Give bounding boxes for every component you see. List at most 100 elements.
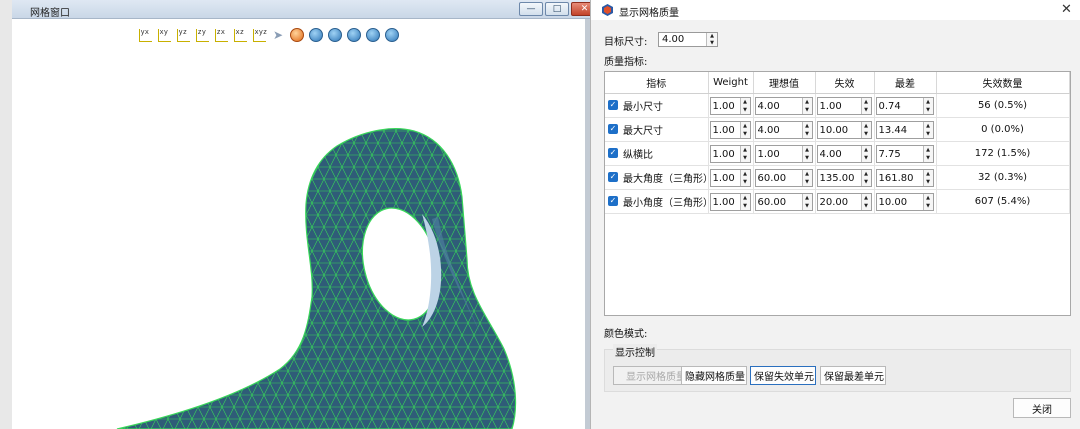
rotate-icon[interactable] [289,27,305,43]
spin-buttons[interactable]: ▲ ▼ [860,193,871,210]
fit-view-icon[interactable] [308,27,324,43]
fail-cell[interactable]: 4.00 ▲ ▼ [815,141,875,166]
zoom-in-icon[interactable] [365,27,381,43]
zoom-box-icon[interactable] [346,27,362,43]
spin-up-icon[interactable]: ▲ [741,170,750,178]
spin-buttons[interactable]: ▲ ▼ [922,121,933,138]
column-header[interactable]: 失效数量 [936,72,1070,94]
weight-cell[interactable]: 1.00 ▲ ▼ [708,117,754,142]
pan-icon[interactable] [327,27,343,43]
spin-down-icon[interactable]: ▼ [707,40,717,47]
spin-buttons[interactable]: ▲ ▼ [801,145,812,162]
target-size-spinbox[interactable]: ▲ ▼ [658,32,718,47]
worst-spinbox[interactable]: 0.74 ▲ ▼ [875,96,934,115]
metric-cell[interactable]: ✓ 纵横比 [605,141,709,166]
weight-spinbox-value[interactable]: 1.00 [713,197,735,208]
spin-up-icon[interactable]: ▲ [741,194,750,202]
spin-down-icon[interactable]: ▼ [741,106,750,114]
spin-down-icon[interactable]: ▼ [924,202,933,210]
view-yx-icon[interactable]: yx [137,27,153,43]
spin-up-icon[interactable]: ▲ [803,170,812,178]
worst-cell[interactable]: 161.80 ▲ ▼ [874,165,937,190]
ideal-spinbox-value[interactable]: 4.00 [758,101,780,112]
spin-up-icon[interactable]: ▲ [741,98,750,106]
ideal-spinbox[interactable]: 60.00 ▲ ▼ [754,168,813,187]
close-button[interactable]: 关闭 [1013,398,1071,418]
fail-cell[interactable]: 135.00 ▲ ▼ [815,165,875,190]
fail-cell[interactable]: 20.00 ▲ ▼ [815,189,875,214]
fail-spinbox-value[interactable]: 10.00 [820,125,849,136]
mesh-window-titlebar[interactable]: 网格窗口 — □ ✕ [12,0,598,19]
weight-cell[interactable]: 1.00 ▲ ▼ [708,189,754,214]
dialog-titlebar[interactable]: 显示网格质量 ✕ [591,0,1080,20]
spin-buttons[interactable]: ▲ ▼ [739,121,750,138]
spin-buttons[interactable]: ▲ ▼ [739,193,750,210]
fail-spinbox[interactable]: 1.00 ▲ ▼ [816,96,872,115]
maximize-button[interactable]: □ [545,2,569,16]
ideal-spinbox[interactable]: 60.00 ▲ ▼ [754,192,813,211]
weight-spinbox[interactable]: 1.00 ▲ ▼ [709,144,751,163]
close-icon[interactable]: ✕ [1061,2,1072,17]
view-xy-icon[interactable]: xy [156,27,172,43]
spin-buttons[interactable]: ▲ ▼ [739,169,750,186]
spin-up-icon[interactable]: ▲ [741,146,750,154]
weight-spinbox[interactable]: 1.00 ▲ ▼ [709,192,751,211]
ideal-spinbox-value[interactable]: 1.00 [758,149,780,160]
worst-spinbox[interactable]: 13.44 ▲ ▼ [875,120,934,139]
fail-spinbox[interactable]: 4.00 ▲ ▼ [816,144,872,163]
spin-buttons[interactable]: ▲ ▼ [739,145,750,162]
spin-down-icon[interactable]: ▼ [862,154,871,162]
spin-down-icon[interactable]: ▼ [803,154,812,162]
weight-spinbox[interactable]: 1.00 ▲ ▼ [709,120,751,139]
table-row[interactable]: ✓ 纵横比 1.00 ▲ ▼ 1.00 ▲ ▼ 4.00 ▲ ▼ 7.75 ▲ ▼ 172 (1.5%) [605,141,1070,166]
spin-down-icon[interactable]: ▼ [803,130,812,138]
metric-cell[interactable]: ✓ 最大角度（三角形） [605,165,713,190]
worst-spinbox-value[interactable]: 7.75 [879,149,901,160]
spin-up-icon[interactable]: ▲ [862,194,871,202]
table-row[interactable]: ✓ 最大尺寸 1.00 ▲ ▼ 4.00 ▲ ▼ 10.00 ▲ ▼ 13.44 ▲ ▼ 0 (0.0%) [605,117,1070,142]
view-iso-icon[interactable]: xyz [251,27,267,43]
spin-down-icon[interactable]: ▼ [924,178,933,186]
fail-spinbox-value[interactable]: 135.00 [820,173,855,184]
spin-down-icon[interactable]: ▼ [862,202,871,210]
table-row[interactable]: ✓ 最小尺寸 1.00 ▲ ▼ 4.00 ▲ ▼ 1.00 ▲ ▼ 0.74 ▲ ▼ 56 (0.5%) [605,93,1070,118]
fail-spinbox-value[interactable]: 4.00 [820,149,842,160]
ideal-cell[interactable]: 60.00 ▲ ▼ [753,165,816,190]
worst-spinbox[interactable]: 161.80 ▲ ▼ [875,168,934,187]
worst-spinbox[interactable]: 10.00 ▲ ▼ [875,192,934,211]
ideal-spinbox-value[interactable]: 4.00 [758,125,780,136]
worst-spinbox-value[interactable]: 0.74 [879,101,901,112]
hide-quality-button[interactable]: 隐藏网格质量 [681,366,747,385]
weight-spinbox-value[interactable]: 1.00 [713,173,735,184]
spin-down-icon[interactable]: ▼ [803,106,812,114]
minimize-button[interactable]: — [519,2,543,16]
target-size-input[interactable] [659,33,706,46]
metric-checkbox[interactable]: ✓ [608,100,618,110]
spin-up-icon[interactable]: ▲ [803,98,812,106]
spin-down-icon[interactable]: ▼ [924,106,933,114]
spin-up-icon[interactable]: ▲ [862,98,871,106]
worst-cell[interactable]: 0.74 ▲ ▼ [874,93,937,118]
ideal-spinbox-value[interactable]: 60.00 [758,173,787,184]
worst-cell[interactable]: 7.75 ▲ ▼ [874,141,937,166]
spin-down-icon[interactable]: ▼ [862,178,871,186]
spin-buttons[interactable]: ▲ ▼ [860,145,871,162]
fail-cell[interactable]: 1.00 ▲ ▼ [815,93,875,118]
metric-checkbox[interactable]: ✓ [608,172,618,182]
spin-buttons[interactable]: ▲ ▼ [860,121,871,138]
ideal-spinbox[interactable]: 4.00 ▲ ▼ [754,96,813,115]
mesh-viewport[interactable] [12,19,585,429]
weight-spinbox-value[interactable]: 1.00 [713,149,735,160]
worst-spinbox[interactable]: 7.75 ▲ ▼ [875,144,934,163]
weight-cell[interactable]: 1.00 ▲ ▼ [708,141,754,166]
ideal-cell[interactable]: 1.00 ▲ ▼ [753,141,816,166]
spin-buttons[interactable]: ▲ ▼ [801,193,812,210]
spin-up-icon[interactable]: ▲ [924,122,933,130]
metric-cell[interactable]: ✓ 最小角度（三角形） [605,189,713,214]
metric-checkbox[interactable]: ✓ [608,148,618,158]
spin-buttons[interactable]: ▲ ▼ [922,193,933,210]
weight-cell[interactable]: 1.00 ▲ ▼ [708,93,754,118]
fail-spinbox-value[interactable]: 1.00 [820,101,842,112]
ideal-spinbox[interactable]: 1.00 ▲ ▼ [754,144,813,163]
spin-up-icon[interactable]: ▲ [741,122,750,130]
